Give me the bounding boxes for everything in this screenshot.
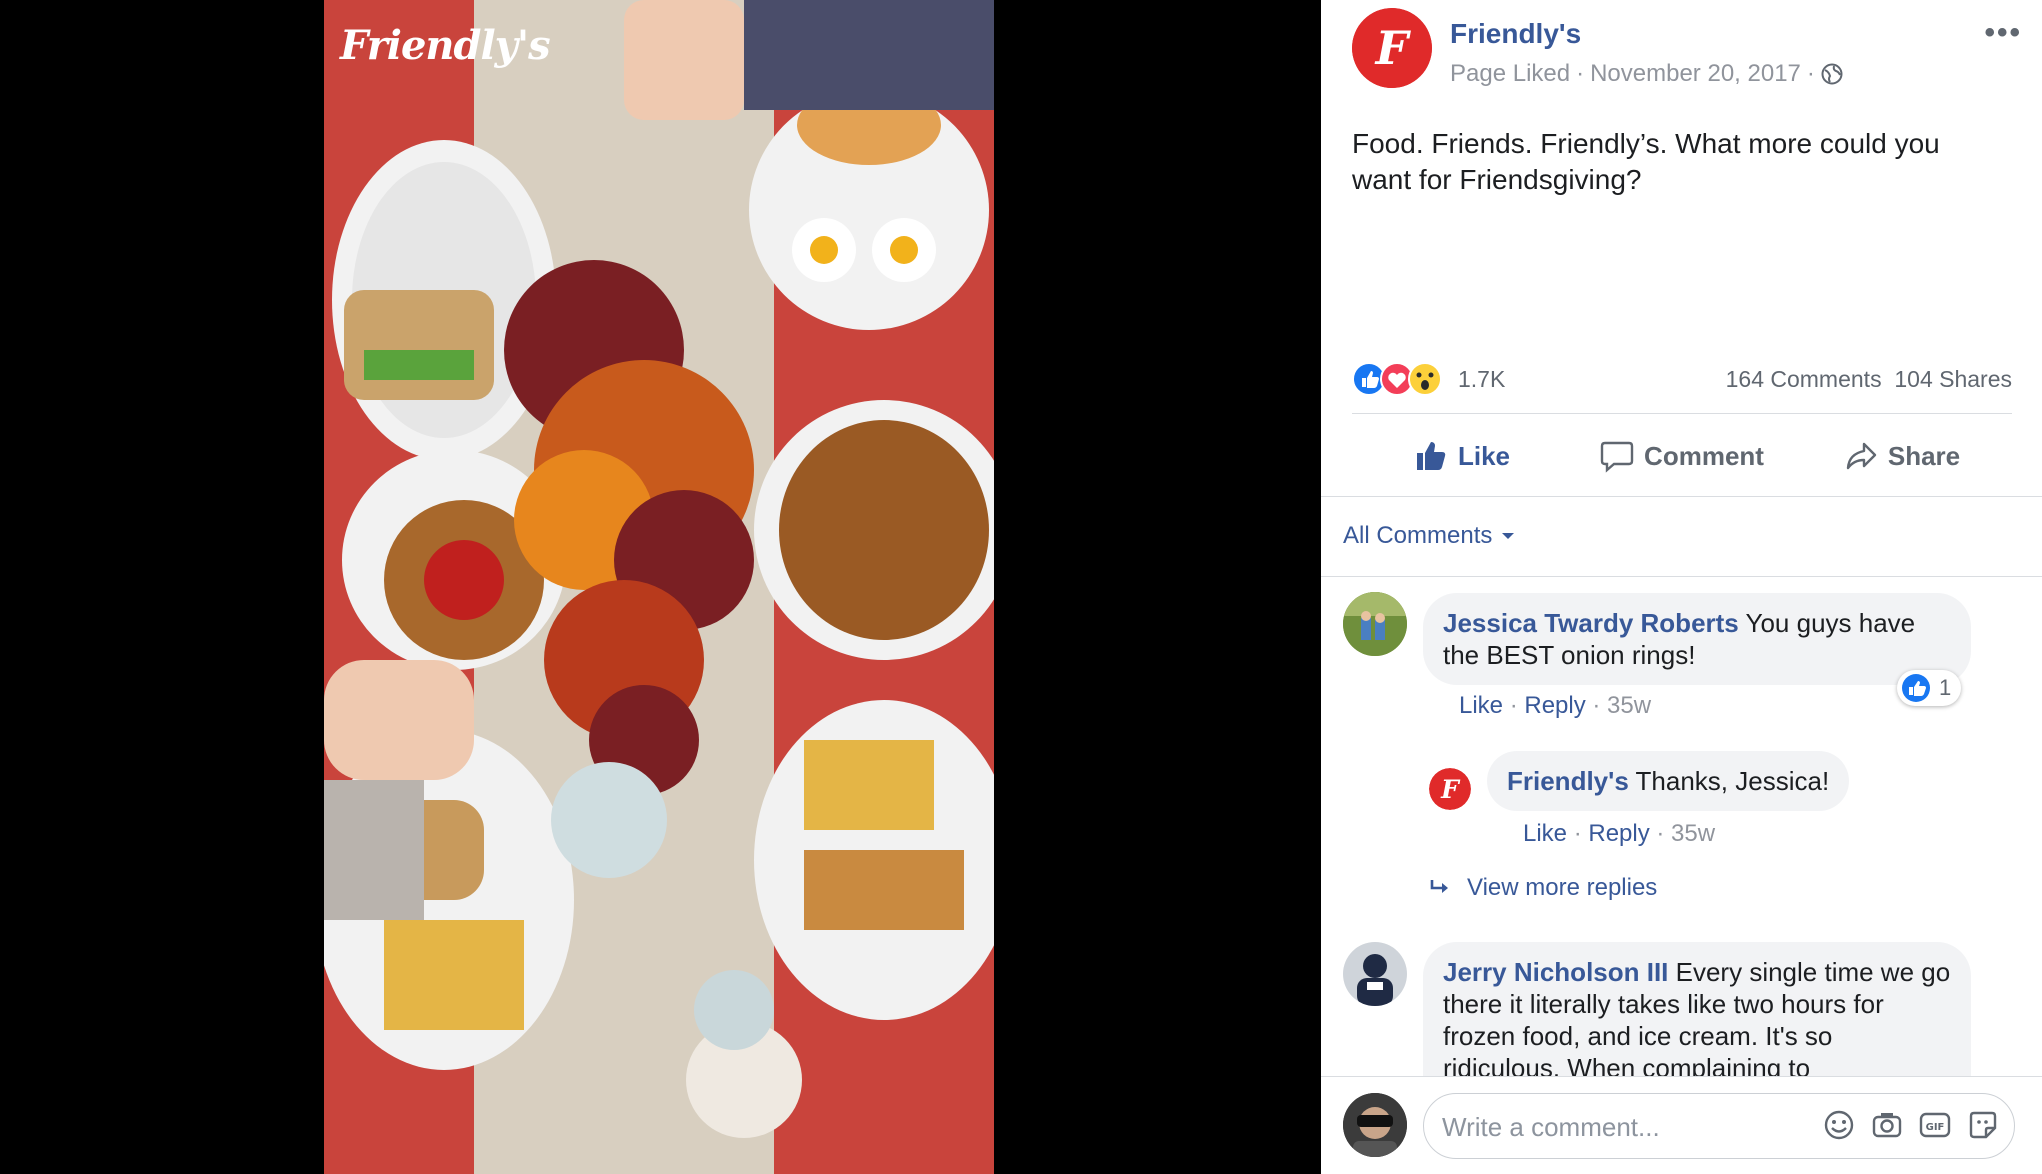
- commenter-avatar[interactable]: [1343, 942, 1407, 1006]
- divider: [1352, 413, 2012, 414]
- comment-input[interactable]: [1440, 1104, 1804, 1150]
- post-action-bar: Like Comment Share: [1352, 424, 2012, 488]
- post-header: F Friendly's Page Liked · November 20, 2…: [1352, 8, 2020, 98]
- comment-composer: GIF: [1321, 1076, 2042, 1174]
- reply-item: F Friendly's Thanks, Jessica! Like · Rep…: [1429, 748, 2009, 858]
- post-options-button[interactable]: •••: [1984, 16, 2022, 50]
- globe-icon: [1821, 63, 1843, 85]
- camera-icon[interactable]: [1870, 1108, 1904, 1142]
- food-table-illustration: [324, 0, 994, 1174]
- share-arrow-icon: [1846, 442, 1877, 470]
- avatar-photo: [1343, 592, 1407, 656]
- svg-text:F: F: [1440, 775, 1461, 804]
- share-button[interactable]: Share: [1792, 424, 2012, 488]
- reply-arrow-icon: [1430, 880, 1448, 893]
- svg-text:F: F: [1374, 21, 1412, 75]
- post-caption: Food. Friends. Friendly’s. What more cou…: [1352, 128, 1940, 195]
- divider: [1321, 576, 2042, 577]
- gif-icon[interactable]: GIF: [1918, 1108, 1952, 1142]
- brand-logo-watermark: Friendly's: [340, 22, 551, 69]
- comment-bubble-icon: [1600, 441, 1634, 473]
- engagement-counts: 164 Comments 104 Shares: [1726, 366, 2012, 393]
- comment-author-link[interactable]: Jessica Twardy Roberts: [1443, 608, 1739, 638]
- share-button-label: Share: [1887, 440, 1961, 471]
- reply-text: Thanks, Jessica!: [1628, 766, 1830, 796]
- reaction-count-link[interactable]: 1.7K: [1458, 366, 1505, 393]
- wow-reaction-icon: [1408, 362, 1442, 396]
- reply-like-link[interactable]: Like: [1523, 820, 1567, 847]
- post-meta: Page Liked · November 20, 2017 ·: [1450, 60, 1843, 88]
- reply-reply-link[interactable]: Reply: [1588, 820, 1649, 847]
- svg-text:GIF: GIF: [1926, 1122, 1945, 1133]
- like-button[interactable]: Like: [1352, 424, 1572, 488]
- view-more-replies-label: View more replies: [1467, 874, 1658, 901]
- meta-separator: ·: [1576, 60, 1585, 87]
- reply-author-link[interactable]: Friendly's: [1507, 766, 1629, 796]
- post-stats: 1.7K 164 Comments 104 Shares: [1352, 360, 2012, 400]
- shares-count-link[interactable]: 104 Shares: [1894, 366, 2012, 392]
- reply-actions: Like · Reply · 35w: [1523, 820, 1716, 847]
- comment-timestamp[interactable]: 35w: [1607, 692, 1651, 719]
- comment-button[interactable]: Comment: [1572, 424, 1792, 488]
- comment-like-link[interactable]: Like: [1459, 692, 1503, 719]
- comment-bubble: Jessica Twardy Roberts You guys have the…: [1423, 593, 1971, 685]
- avatar-photo: [1343, 1093, 1407, 1157]
- emoji-icon[interactable]: [1822, 1108, 1856, 1142]
- current-user-avatar: [1343, 1093, 1407, 1157]
- reactions-summary[interactable]: [1352, 362, 1462, 396]
- reaction-icons: [1352, 362, 1442, 396]
- comment-button-label: Comment: [1644, 440, 1764, 471]
- friendlys-logo-icon: F: [1352, 8, 1432, 88]
- avatar-photo: [1343, 942, 1407, 1006]
- comment-author-link[interactable]: Jerry Nicholson III: [1443, 957, 1668, 987]
- like-button-label: Like: [1457, 440, 1511, 471]
- page-liked-label: Page Liked: [1450, 60, 1571, 87]
- like-thumb-icon: [1416, 442, 1446, 470]
- composer-icons: GIF: [1822, 1108, 2000, 1142]
- comments-filter-dropdown[interactable]: All Comments: [1343, 522, 1516, 550]
- comments-filter-label: All Comments: [1343, 522, 1493, 549]
- comment-like-number: 1: [1939, 675, 1952, 700]
- commenter-avatar[interactable]: [1343, 592, 1407, 656]
- page-name-link[interactable]: Friendly's: [1450, 18, 1581, 50]
- comment-item: Jessica Twardy Roberts You guys have the…: [1343, 592, 2023, 732]
- post-photo[interactable]: Friendly's: [324, 0, 994, 1174]
- comment-actions: Like · Reply · 35w: [1459, 692, 1652, 719]
- divider: [1321, 496, 2042, 497]
- reply-bubble: Friendly's Thanks, Jessica!: [1487, 751, 1850, 811]
- meta-separator: ·: [1806, 60, 1815, 87]
- replier-avatar[interactable]: F: [1429, 768, 1471, 810]
- comments-count-link[interactable]: 164 Comments: [1726, 366, 1882, 392]
- post-date-link[interactable]: November 20, 2017: [1590, 60, 1801, 88]
- post-side-panel: F Friendly's Page Liked · November 20, 2…: [1321, 0, 2042, 1174]
- sticker-icon[interactable]: [1966, 1108, 2000, 1142]
- friendlys-logo-icon: F: [1429, 768, 1471, 810]
- comment-like-count[interactable]: 1: [1897, 670, 1962, 706]
- view-more-replies-link[interactable]: View more replies: [1429, 874, 1657, 902]
- comment-input-box: GIF: [1423, 1093, 2015, 1159]
- reply-timestamp[interactable]: 35w: [1671, 820, 1715, 847]
- comment-reply-link[interactable]: Reply: [1524, 692, 1585, 719]
- chevron-down-icon: [1502, 533, 1515, 539]
- comment-item: Jerry Nicholson III Every single time we…: [1343, 942, 2023, 1124]
- page-avatar[interactable]: F: [1352, 8, 1432, 88]
- like-reaction-icon: [1902, 674, 1930, 702]
